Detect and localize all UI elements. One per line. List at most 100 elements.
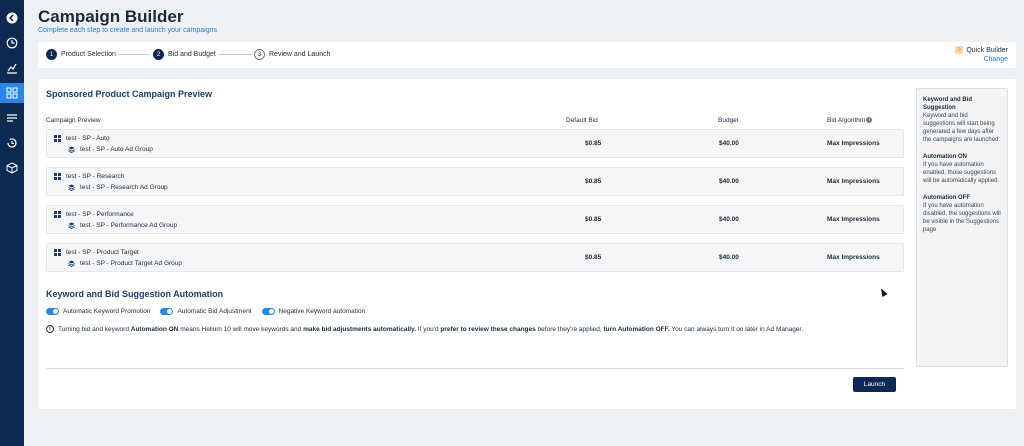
campaign-name: test - SP - Performance [54, 211, 134, 218]
preview-title: Sponsored Product Campaign Preview [46, 89, 213, 99]
analytics-icon[interactable] [0, 58, 24, 78]
help-side-panel: Keyword and Bid Suggestion Keyword and b… [916, 88, 1008, 367]
help-heading-automation-on: Automation ON [923, 154, 967, 160]
sidebar [0, 0, 24, 446]
ad-group-label: test - SP - Auto Ad Group [80, 146, 153, 153]
step-number: 1 [46, 49, 57, 60]
ad-group-label: test - SP - Performance Ad Group [80, 222, 178, 229]
toggle-label: Negative Keyword automation [278, 308, 366, 315]
toggle-keyword-promotion[interactable]: Automatic Keyword Promotion [46, 308, 150, 315]
step-label: Review and Launch [269, 51, 331, 58]
campaign-name: test - SP - Research [54, 173, 124, 180]
history-icon[interactable] [0, 133, 24, 153]
campaign-name: test - SP - Product Target [54, 249, 139, 256]
step-product-selection[interactable]: 1 Product Selection [46, 49, 116, 60]
note-part: means Helium 10 will move keywords and [178, 325, 304, 333]
ad-group-label: test - SP - Research Ad Group [80, 184, 168, 191]
default-bid-value: $0.85 [585, 254, 602, 261]
step-number: 3 [254, 49, 265, 60]
default-bid-value: $0.85 [585, 216, 602, 223]
algorithm-value: Max Impressions [827, 216, 880, 223]
ad-group-name: test - SP - Performance Ad Group [68, 222, 177, 229]
algorithm-value: Max Impressions [827, 178, 880, 185]
info-icon[interactable]: i [866, 117, 873, 124]
campaign-name: test - SP - Auto [54, 135, 110, 142]
stepper: 1 Product Selection 2 Bid and Budget 3 R… [38, 42, 1016, 68]
help-heading-automation-off: Automation OFF [923, 195, 970, 201]
note-part: You can always turn it on later in Ad Ma… [669, 325, 804, 333]
budget-value: $40.00 [719, 178, 739, 185]
back-arrow-icon[interactable] [0, 8, 24, 28]
divider [46, 368, 904, 369]
help-heading-suggestion: Keyword and Bid Suggestion [923, 97, 973, 111]
table-row: test - SP - Performance test - SP - Perf… [46, 205, 904, 234]
step-label: Bid and Budget [168, 51, 216, 58]
toggle-negative-keyword[interactable]: Negative Keyword automation [261, 308, 366, 315]
ad-group-name: test - SP - Auto Ad Group [68, 146, 153, 153]
help-text-automation-off: If you have automation disabled, the sug… [923, 203, 1001, 233]
info-icon: i [46, 325, 54, 333]
table-row: test - SP - Product Target test - SP - P… [46, 243, 904, 272]
main-panel: Sponsored Product Campaign Preview Campa… [38, 79, 1016, 409]
note-bold: make bid adjustments automatically. [303, 325, 417, 333]
campaign-grid-icon [54, 249, 61, 256]
ad-group-stack-icon [68, 222, 75, 229]
col-default-bid: Default Bid [566, 117, 598, 124]
col-budget: Budget [718, 117, 739, 124]
ad-group-name: test - SP - Product Target Ad Group [68, 260, 182, 267]
campaign-label: test - SP - Product Target [66, 249, 139, 256]
col-bid-algorithm-label: Bid Algorithm [827, 117, 866, 124]
note-part: If you'd [416, 325, 441, 333]
toggle-switch[interactable] [160, 308, 174, 315]
campaign-label: test - SP - Performance [66, 211, 134, 218]
toggle-switch[interactable] [261, 308, 275, 315]
step-review-and-launch[interactable]: 3 Review and Launch [254, 49, 331, 60]
toggle-switch[interactable] [46, 308, 59, 315]
automation-title: Keyword and Bid Suggestion Automation [46, 289, 224, 299]
quick-builder: 9 Quick Builder Change [955, 46, 1008, 63]
budget-value: $40.00 [719, 216, 739, 223]
toggle-label: Automatic Keyword Promotion [63, 308, 151, 315]
automation-toggles: Automatic Keyword Promotion Automatic Bi… [46, 308, 375, 315]
ad-group-stack-icon [68, 260, 75, 267]
algorithm-value: Max Impressions [827, 140, 880, 147]
col-bid-algorithm: Bid Algorithm i [827, 117, 873, 124]
toggle-label: Automatic Bid Adjustment [177, 308, 252, 315]
ad-group-stack-icon [68, 146, 75, 153]
step-connector [219, 54, 252, 55]
box-icon[interactable] [0, 158, 24, 178]
campaign-label: test - SP - Research [66, 173, 125, 180]
campaign-grid-icon [54, 211, 61, 218]
ad-group-label: test - SP - Product Target Ad Group [80, 260, 183, 267]
step-bid-and-budget[interactable]: 2 Bid and Budget [153, 49, 216, 60]
budget-value: $40.00 [719, 254, 739, 261]
table-row: test - SP - Research test - SP - Researc… [46, 167, 904, 196]
note-part: Turning bid and keyword [58, 325, 131, 333]
budget-value: $40.00 [719, 140, 739, 147]
page-title: Campaign Builder [38, 7, 184, 26]
quick-builder-title: Quick Builder [966, 46, 1008, 54]
help-text-suggestion: Keyword and bid suggestions will start b… [923, 113, 1001, 143]
note-text: Turning bid and keyword Automation ON me… [58, 326, 803, 333]
step-number: 2 [153, 49, 164, 60]
ad-group-stack-icon [68, 184, 75, 191]
algorithm-value: Max Impressions [827, 254, 880, 261]
campaign-grid-icon [54, 135, 61, 142]
toggle-bid-adjustment[interactable]: Automatic Bid Adjustment [160, 308, 252, 315]
campaign-label: test - SP - Auto [66, 135, 110, 142]
note-bold: Automation ON [130, 325, 179, 333]
default-bid-value: $0.85 [585, 140, 602, 147]
automation-note: i Turning bid and keyword Automation ON … [46, 325, 803, 333]
col-campaign-preview: Campaign Preview [46, 117, 101, 124]
change-link[interactable]: Change [955, 56, 1008, 63]
clock-icon[interactable] [0, 33, 24, 53]
list-icon[interactable] [0, 108, 24, 128]
quick-builder-badge: 9 [955, 46, 964, 54]
table-row: test - SP - Auto test - SP - Auto Ad Gro… [46, 129, 904, 158]
dashboard-grid-icon[interactable] [0, 83, 24, 103]
launch-button[interactable]: Launch [853, 377, 896, 392]
default-bid-value: $0.85 [585, 178, 602, 185]
page-subtitle: Complete each step to create and launch … [38, 27, 217, 34]
note-bold: turn Automation OFF. [603, 325, 670, 333]
step-label: Product Selection [61, 51, 116, 58]
